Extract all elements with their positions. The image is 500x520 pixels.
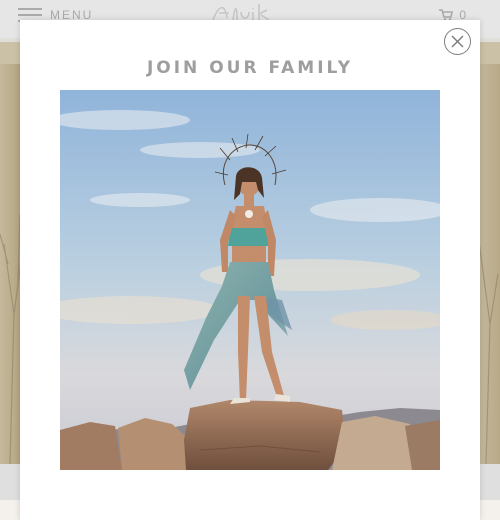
popup-hero-image	[60, 90, 440, 470]
newsletter-popup: JOIN OUR FAMILY	[20, 20, 480, 520]
close-button[interactable]	[444, 28, 471, 55]
popup-description-cutoff	[68, 494, 428, 502]
popup-title: JOIN OUR FAMILY	[146, 58, 354, 78]
close-icon	[451, 35, 464, 48]
